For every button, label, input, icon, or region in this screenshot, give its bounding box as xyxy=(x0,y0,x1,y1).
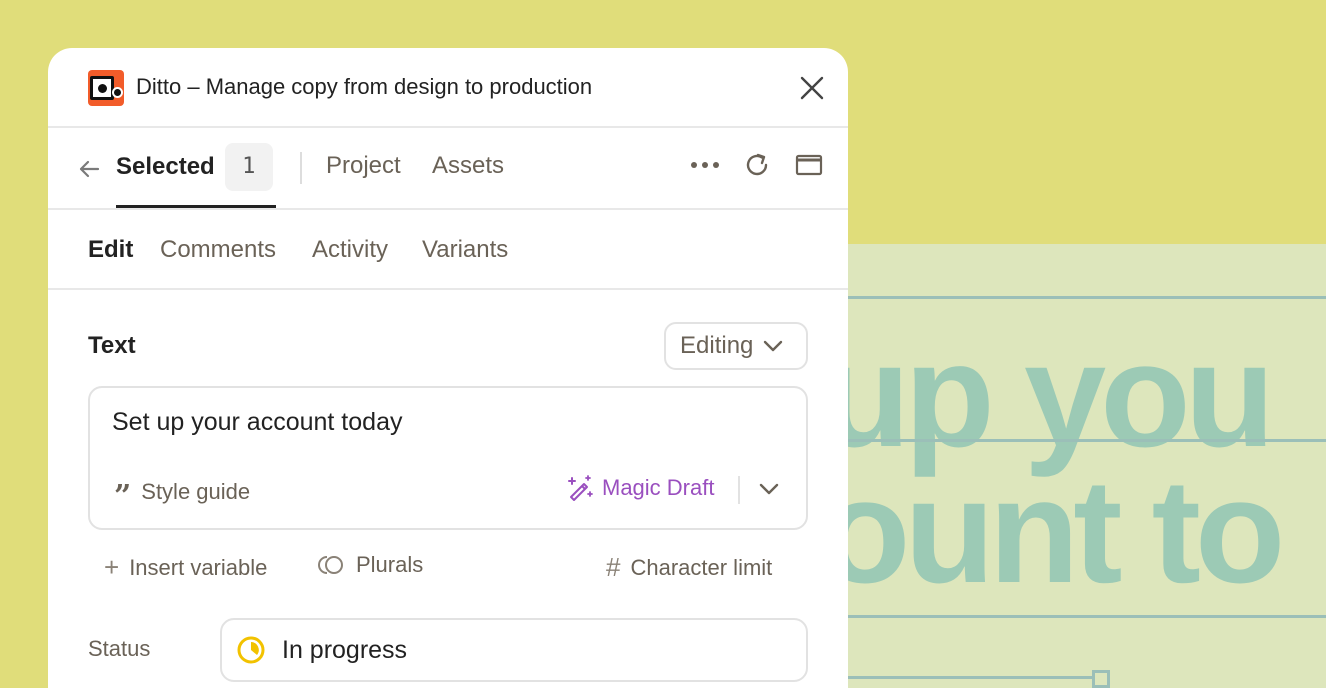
title-bar: Ditto – Manage copy from design to produ… xyxy=(48,48,848,128)
refresh-icon[interactable] xyxy=(742,150,772,180)
text-editor[interactable]: Set up your account today ” Style guide … xyxy=(88,386,808,530)
chevron-down-icon xyxy=(764,340,783,352)
magic-draft-button[interactable]: Magic Draft xyxy=(566,474,714,502)
status-dropdown[interactable]: In progress xyxy=(220,618,808,682)
tab-project[interactable]: Project xyxy=(326,152,401,180)
arrow-left-icon[interactable] xyxy=(74,154,104,184)
plus-icon: + xyxy=(104,552,120,582)
ditto-logo xyxy=(88,70,124,106)
plurals-label: Plurals xyxy=(356,552,424,577)
quote-icon: ” xyxy=(114,479,132,514)
magic-draft-label: Magic Draft xyxy=(602,475,715,500)
editing-mode-label: Editing xyxy=(680,332,754,359)
more-horizontal-icon[interactable] xyxy=(690,150,720,180)
nav-divider xyxy=(300,152,302,184)
nav-actions xyxy=(690,150,824,180)
tab-selected-label: Selected xyxy=(116,152,215,180)
status-label: Status xyxy=(88,636,151,661)
tab-variants[interactable]: Variants xyxy=(422,236,508,264)
window-title: Ditto – Manage copy from design to produ… xyxy=(136,74,593,99)
magic-wand-icon xyxy=(568,475,593,501)
hash-icon: # xyxy=(606,552,621,582)
style-guide-label: Style guide xyxy=(141,479,251,504)
canvas-guide-line xyxy=(820,439,1326,442)
chevron-down-icon[interactable] xyxy=(754,474,784,504)
selected-count-badge: 1 xyxy=(224,142,273,191)
main-nav: Selected 1 Project Assets xyxy=(48,128,848,210)
text-section-label: Text xyxy=(88,332,136,359)
status-in-progress-icon xyxy=(237,636,265,664)
canvas-guide-line xyxy=(820,296,1326,299)
tab-selected[interactable]: Selected 1 xyxy=(116,128,276,208)
window-icon[interactable] xyxy=(794,150,824,180)
status-value: In progress xyxy=(282,635,408,664)
tab-assets[interactable]: Assets xyxy=(432,152,504,180)
style-guide-button[interactable]: ” Style guide xyxy=(114,478,251,514)
canvas-resize-handle[interactable] xyxy=(1092,670,1110,688)
character-limit-label: Character limit xyxy=(630,554,773,580)
sub-tabs: Edit Comments Activity Variants xyxy=(48,210,848,290)
canvas-selection-line xyxy=(820,676,1100,679)
canvas-guide-line xyxy=(820,615,1326,618)
magic-divider xyxy=(738,476,740,504)
tab-comments[interactable]: Comments xyxy=(160,236,276,264)
canvas-text-line-2: ount to xyxy=(820,449,1285,614)
character-limit-button[interactable]: # Character limit xyxy=(606,552,772,583)
canvas-text-line-1: up you xyxy=(820,313,1275,478)
plurals-button[interactable]: Plurals xyxy=(318,552,423,578)
insert-variable-label: Insert variable xyxy=(129,554,268,580)
editing-mode-dropdown[interactable]: Editing xyxy=(664,322,808,370)
plurals-icon xyxy=(318,556,343,574)
design-canvas: up you ount to xyxy=(820,244,1326,688)
ditto-plugin-panel: Ditto – Manage copy from design to produ… xyxy=(48,48,848,688)
close-icon[interactable] xyxy=(796,72,828,104)
insert-variable-button[interactable]: + Insert variable xyxy=(104,552,267,583)
tab-activity[interactable]: Activity xyxy=(312,236,388,264)
text-value[interactable]: Set up your account today xyxy=(112,408,402,437)
tab-edit[interactable]: Edit xyxy=(88,236,133,264)
